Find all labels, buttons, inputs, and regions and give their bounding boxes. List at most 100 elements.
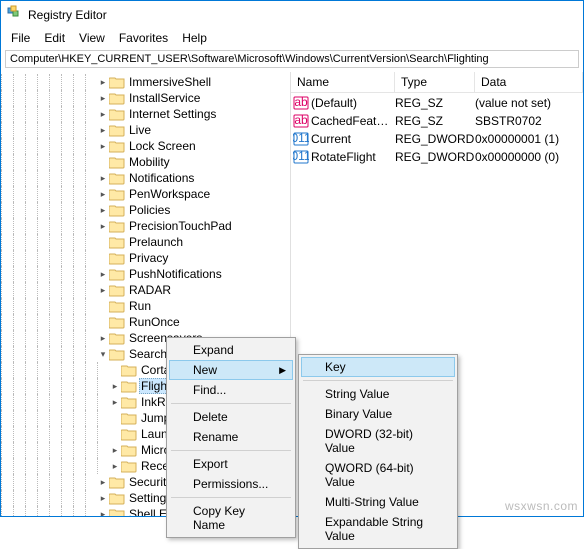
menu-file[interactable]: File xyxy=(5,29,36,47)
expand-icon[interactable]: ▸ xyxy=(97,474,109,490)
value-row[interactable]: 011CurrentREG_DWORD0x00000001 (1) xyxy=(291,130,583,148)
menu-item[interactable]: Export xyxy=(169,454,293,474)
tree-node[interactable]: ▸ PenWorkspace xyxy=(1,186,290,202)
tree-label[interactable]: PrecisionTouchPad xyxy=(127,219,234,233)
tree-label[interactable]: Privacy xyxy=(127,251,170,265)
tree-label[interactable]: RunOnce xyxy=(127,315,182,329)
tree-node[interactable]: Prelaunch xyxy=(1,234,290,250)
menu-item-label: Rename xyxy=(193,430,238,444)
header-type[interactable]: Type xyxy=(395,72,475,92)
expand-icon[interactable]: ▸ xyxy=(109,394,121,410)
expand-icon[interactable]: ▸ xyxy=(97,90,109,106)
tree-node[interactable]: ▸ Lock Screen xyxy=(1,138,290,154)
expand-icon[interactable]: ▸ xyxy=(109,378,121,394)
menu-item[interactable]: Multi-String Value xyxy=(301,492,455,512)
value-name[interactable]: (Default) xyxy=(311,96,395,110)
tree-label[interactable]: InstallService xyxy=(127,91,202,105)
tree-node[interactable]: ▸ PrecisionTouchPad xyxy=(1,218,290,234)
tree-label[interactable]: Search xyxy=(127,347,169,361)
value-row[interactable]: ab(Default)REG_SZ(value not set) xyxy=(291,94,583,112)
menubar[interactable]: File Edit View Favorites Help xyxy=(1,28,583,48)
tree-node[interactable]: ▸ PushNotifications xyxy=(1,266,290,282)
tree-node[interactable]: Run xyxy=(1,298,290,314)
svg-text:ab: ab xyxy=(294,113,308,127)
tree-node[interactable]: ▸ Live xyxy=(1,122,290,138)
menu-item[interactable]: Key xyxy=(301,357,455,377)
menu-item[interactable]: QWORD (64-bit) Value xyxy=(301,458,455,492)
expand-icon[interactable]: ▸ xyxy=(97,138,109,154)
expand-icon[interactable]: ▸ xyxy=(97,506,109,516)
expand-icon[interactable]: ▸ xyxy=(97,202,109,218)
submenu-arrow-icon: ▶ xyxy=(279,365,286,376)
tree-label[interactable]: Run xyxy=(127,299,153,313)
menu-item-label: Expand xyxy=(193,343,234,357)
menu-item[interactable]: Copy Key Name xyxy=(169,501,293,535)
tree-label[interactable]: Internet Settings xyxy=(127,107,218,121)
tree-node[interactable]: ▸ Notifications xyxy=(1,170,290,186)
menu-view[interactable]: View xyxy=(73,29,111,47)
value-row[interactable]: 011RotateFlightREG_DWORD0x00000000 (0) xyxy=(291,148,583,166)
menu-item[interactable]: Binary Value xyxy=(301,404,455,424)
value-type: REG_DWORD xyxy=(395,150,475,164)
menu-item[interactable]: DWORD (32-bit) Value xyxy=(301,424,455,458)
menu-item[interactable]: Delete xyxy=(169,407,293,427)
expand-icon[interactable]: ▸ xyxy=(109,442,121,458)
value-name[interactable]: RotateFlight xyxy=(311,150,395,164)
value-row[interactable]: abCachedFeatureS...REG_SZSBSTR0702 xyxy=(291,112,583,130)
tree-label[interactable]: Notifications xyxy=(127,171,196,185)
list-header[interactable]: Name Type Data xyxy=(291,72,583,93)
tree-node[interactable]: ▸ Internet Settings xyxy=(1,106,290,122)
header-name[interactable]: Name xyxy=(291,72,395,92)
menu-item[interactable]: Find... xyxy=(169,380,293,400)
value-data: SBSTR0702 xyxy=(475,114,583,128)
menu-item[interactable]: Rename xyxy=(169,427,293,447)
menu-item-label: Binary Value xyxy=(325,407,392,421)
value-name[interactable]: CachedFeatureS... xyxy=(311,114,395,128)
tree-node[interactable]: ▸ Policies xyxy=(1,202,290,218)
expand-icon[interactable]: ▸ xyxy=(97,106,109,122)
tree-node[interactable]: ▸ ImmersiveShell xyxy=(1,74,290,90)
tree-label[interactable]: Live xyxy=(127,123,153,137)
expand-icon[interactable]: ▸ xyxy=(97,330,109,346)
tree-node[interactable]: Privacy xyxy=(1,250,290,266)
menu-item-label: Multi-String Value xyxy=(325,495,419,509)
expand-icon[interactable]: ▸ xyxy=(97,122,109,138)
tree-label[interactable]: RADAR xyxy=(127,283,173,297)
expand-icon[interactable]: ▸ xyxy=(97,266,109,282)
expand-icon[interactable]: ▸ xyxy=(97,490,109,506)
tree-label[interactable]: Prelaunch xyxy=(127,235,185,249)
expand-icon[interactable]: ▸ xyxy=(97,74,109,90)
menu-item[interactable]: New ▶ xyxy=(169,360,293,380)
menu-item[interactable]: Permissions... xyxy=(169,474,293,494)
tree-label[interactable]: Mobility xyxy=(127,155,172,169)
context-menu[interactable]: Expand New ▶ Find... Delete Rename ExportPermi… xyxy=(166,337,296,538)
value-name[interactable]: Current xyxy=(311,132,395,146)
menu-item[interactable]: Expandable String Value xyxy=(301,512,455,546)
tree-label[interactable]: ImmersiveShell xyxy=(127,75,213,89)
tree-label[interactable]: Policies xyxy=(127,203,172,217)
address-bar[interactable]: Computer\HKEY_CURRENT_USER\Software\Micr… xyxy=(5,50,579,68)
tree-label[interactable]: Lock Screen xyxy=(127,139,198,153)
expand-icon[interactable]: ▸ xyxy=(97,282,109,298)
expand-icon[interactable]: ▸ xyxy=(97,186,109,202)
menu-favorites[interactable]: Favorites xyxy=(113,29,174,47)
context-submenu-new[interactable]: Key String Value Binary Value DWORD (32-bit… xyxy=(298,354,458,549)
tree-node[interactable]: ▸ InstallService xyxy=(1,90,290,106)
expand-icon[interactable]: ▸ xyxy=(109,458,121,474)
tree-node[interactable]: Mobility xyxy=(1,154,290,170)
menu-item-label: Find... xyxy=(193,383,226,397)
menu-help[interactable]: Help xyxy=(176,29,213,47)
collapse-icon[interactable]: ▾ xyxy=(97,346,109,362)
menu-item-label: New xyxy=(193,363,217,377)
tree-label[interactable]: PenWorkspace xyxy=(127,187,212,201)
tree-node[interactable]: ▸ RADAR xyxy=(1,282,290,298)
tree-node[interactable]: RunOnce xyxy=(1,314,290,330)
expand-icon[interactable]: ▸ xyxy=(97,170,109,186)
value-type: REG_SZ xyxy=(395,96,475,110)
header-data[interactable]: Data xyxy=(475,72,583,92)
tree-label[interactable]: PushNotifications xyxy=(127,267,224,281)
menu-item[interactable]: Expand xyxy=(169,340,293,360)
menu-edit[interactable]: Edit xyxy=(38,29,71,47)
expand-icon[interactable]: ▸ xyxy=(97,218,109,234)
menu-item[interactable]: String Value xyxy=(301,384,455,404)
